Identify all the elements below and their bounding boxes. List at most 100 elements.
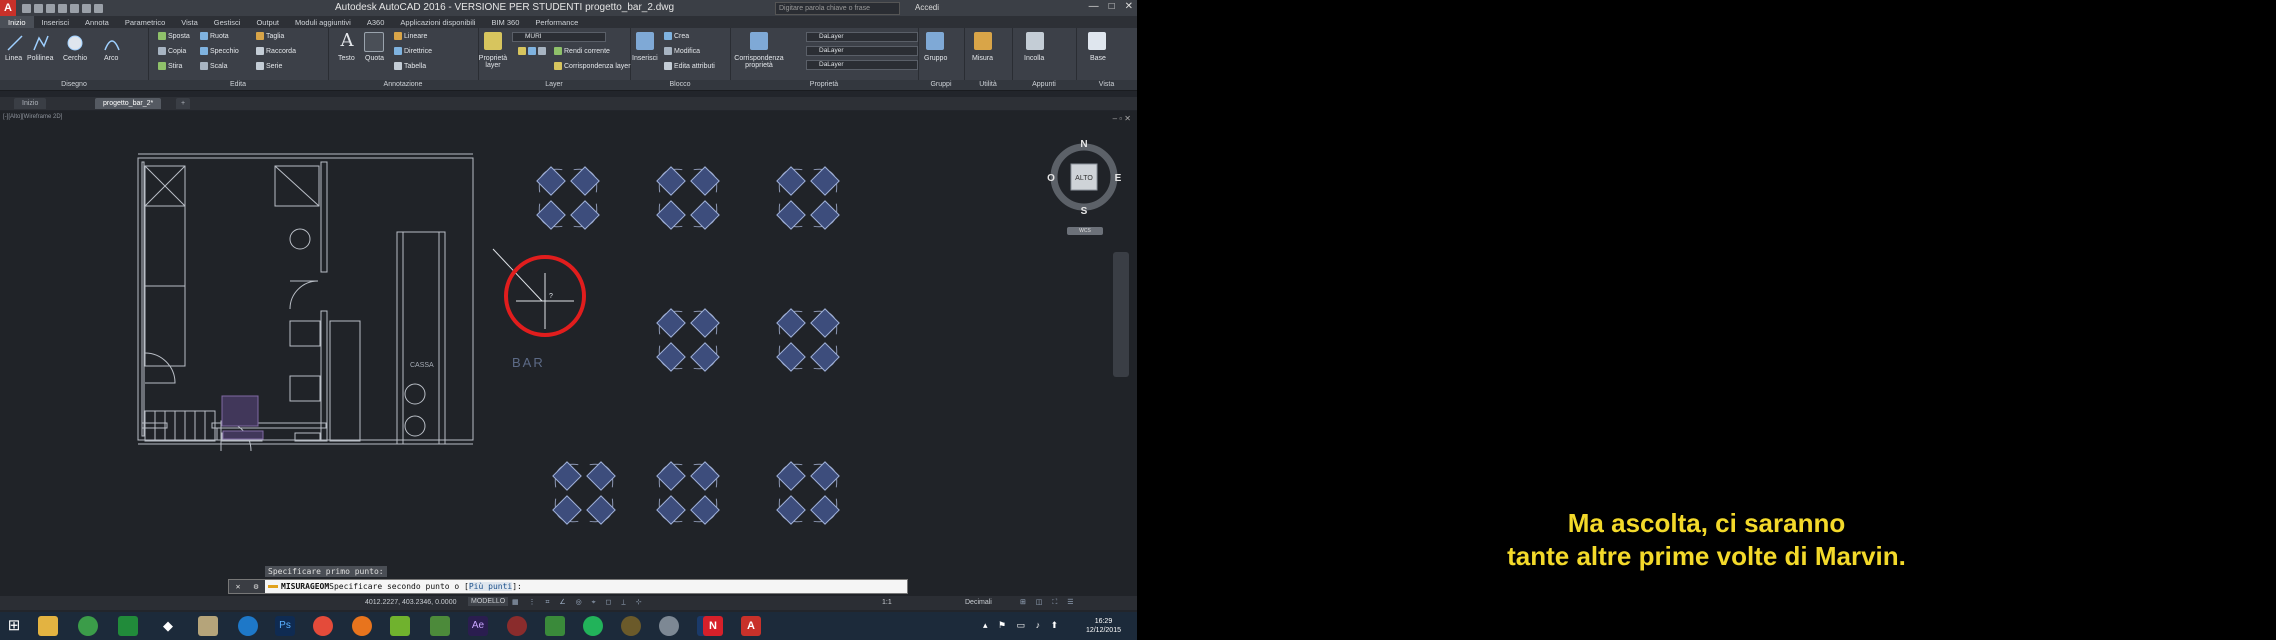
group-label[interactable]: Gruppo (924, 55, 947, 62)
paste-icon[interactable] (1026, 32, 1044, 50)
wcs-menu[interactable]: WCS (1067, 227, 1103, 235)
layer-freeze-icon[interactable] (528, 47, 536, 55)
system-tray-icons[interactable]: ▴ ⚑ ▭ ♪ ⬆ (983, 620, 1062, 631)
excel-icon[interactable] (118, 616, 138, 636)
customize-command-icon[interactable]: ⚙ (254, 582, 259, 591)
stretch-button[interactable]: Stira (158, 62, 182, 70)
text-tool-label[interactable]: Testo (338, 55, 355, 62)
layer-properties-icon[interactable] (484, 32, 502, 50)
tab-start-document[interactable]: Inizio (14, 98, 47, 109)
notes-icon[interactable] (198, 616, 218, 636)
spotify-icon[interactable] (583, 616, 603, 636)
navigation-bar[interactable] (1113, 252, 1129, 377)
match-layer-button[interactable]: Corrispondenza layer (554, 62, 631, 70)
leader-button[interactable]: Direttrice (394, 47, 432, 55)
drafting-toggles[interactable]: ▦ ⋮ ⌗ ∠ ◎ ⌖ ◻ ⟂ ⊹ (512, 598, 646, 607)
utorrent-icon[interactable] (390, 616, 410, 636)
paste-label[interactable]: Incolla (1024, 55, 1044, 62)
color-dropdown[interactable]: DaLayer (806, 32, 918, 42)
move-button[interactable]: Sposta (158, 32, 190, 40)
measure-icon[interactable] (974, 32, 992, 50)
photoshop-icon[interactable]: Ps (275, 616, 295, 636)
floor-plan-canvas[interactable]: CASSA BAR ? (0, 111, 1137, 596)
new-icon[interactable] (22, 3, 31, 13)
after-effects-icon[interactable]: Ae (468, 616, 488, 636)
create-block-button[interactable]: Crea (664, 32, 689, 40)
save-as-icon[interactable] (58, 3, 67, 13)
windows-start-icon[interactable]: ⊞ (4, 616, 24, 636)
panel-view-title[interactable]: Vista (1076, 80, 1137, 90)
steam-icon[interactable] (659, 616, 679, 636)
trim-button[interactable]: Taglia (256, 32, 284, 40)
compass-west[interactable]: O (1047, 173, 1055, 184)
edit-attributes-button[interactable]: Edita attributi (664, 62, 715, 70)
tab-inizio[interactable]: Inizio (0, 16, 34, 28)
status-tray-icons[interactable]: ⊞ ◫ ⛶ ☰ (1020, 598, 1078, 607)
dimension-tool-label[interactable]: Quota (365, 55, 384, 62)
line-tool-icon[interactable] (6, 34, 24, 52)
panel-properties-title[interactable]: Proprietà (730, 80, 918, 90)
game-icon[interactable] (507, 616, 527, 636)
compass-south[interactable]: S (1081, 206, 1088, 217)
firefox-icon[interactable] (352, 616, 372, 636)
print-icon[interactable] (70, 3, 79, 13)
plex-icon[interactable] (621, 616, 641, 636)
panel-annotation-title[interactable]: Annotazione (328, 80, 478, 90)
lineweight-dropdown[interactable]: DaLayer (806, 60, 918, 70)
insert-block-label[interactable]: Inserisci (632, 55, 658, 62)
tab-a360[interactable]: A360 (359, 16, 393, 28)
tab-inserisci[interactable]: Inserisci (34, 16, 78, 28)
panel-layers-title[interactable]: Layer (478, 80, 630, 90)
chrome-icon[interactable] (78, 616, 98, 636)
panel-groups-title[interactable]: Gruppi (918, 80, 964, 90)
maximize-button[interactable]: □ (1109, 1, 1115, 12)
panel-draw-title[interactable]: Disegno (0, 80, 148, 90)
circle-tool-label[interactable]: Cerchio (63, 55, 87, 62)
file-explorer-icon[interactable] (38, 616, 58, 636)
tab-output[interactable]: Output (248, 16, 287, 28)
minimize-button[interactable]: — (1089, 1, 1099, 12)
text-tool-icon[interactable]: A (338, 32, 356, 50)
undo-icon[interactable] (82, 3, 91, 13)
match-properties-label[interactable]: Corrispondenza proprietà (730, 55, 788, 69)
chrome-icon-2[interactable] (313, 616, 333, 636)
tab-parametrico[interactable]: Parametrico (117, 16, 173, 28)
units-dropdown[interactable]: Decimali (965, 599, 992, 606)
close-button[interactable]: ✕ (1125, 1, 1133, 12)
scale-readout[interactable]: 1:1 (882, 599, 892, 606)
tab-active-document[interactable]: progetto_bar_2* (95, 98, 162, 109)
tab-moduli[interactable]: Moduli aggiuntivi (287, 16, 359, 28)
vuze-icon[interactable] (430, 616, 450, 636)
match-properties-icon[interactable] (750, 32, 768, 50)
polyline-tool-label[interactable]: Polilinea (27, 55, 53, 62)
line-tool-label[interactable]: Linea (5, 55, 22, 62)
redo-icon[interactable] (94, 3, 103, 13)
rotate-button[interactable]: Ruota (200, 32, 229, 40)
compass-north[interactable]: N (1080, 139, 1087, 150)
drawing-area[interactable]: [-][Alto][Wireframe 2D] – ▫ ✕ CASSA BAR … (0, 111, 1137, 596)
array-button[interactable]: Serie (256, 62, 282, 70)
tab-annota[interactable]: Annota (77, 16, 117, 28)
arc-tool-label[interactable]: Arco (104, 55, 118, 62)
close-command-icon[interactable]: ✕ (236, 582, 241, 591)
linear-dim-button[interactable]: Lineare (394, 32, 427, 40)
tab-gestisci[interactable]: Gestisci (206, 16, 249, 28)
panel-modify-title[interactable]: Edita (148, 80, 328, 90)
spreadsheet-icon[interactable] (545, 616, 565, 636)
make-current-button[interactable]: Rendi corrente (554, 47, 610, 55)
search-input[interactable]: Digitare parola chiave o frase (775, 2, 900, 15)
layer-lock-icon[interactable] (538, 47, 546, 55)
model-space-button[interactable]: MODELLO (468, 597, 509, 606)
compass-east[interactable]: E (1115, 173, 1122, 184)
internet-explorer-icon[interactable] (238, 616, 258, 636)
copy-button[interactable]: Copia (158, 47, 186, 55)
command-line[interactable]: ✕ ⚙ MISURAGEOM Specificare secondo punto… (228, 579, 908, 594)
tab-applicazioni[interactable]: Applicazioni disponibili (392, 16, 483, 28)
edit-block-button[interactable]: Modifica (664, 47, 700, 55)
netflix-icon[interactable]: N (703, 616, 723, 636)
viewcube[interactable]: ALTO N S E O (1046, 139, 1122, 217)
scale-button[interactable]: Scala (200, 62, 228, 70)
fillet-button[interactable]: Raccorda (256, 47, 296, 55)
taskbar-clock[interactable]: 16:29 12/12/2015 (1086, 617, 1121, 635)
base-view-label[interactable]: Base (1090, 55, 1106, 62)
